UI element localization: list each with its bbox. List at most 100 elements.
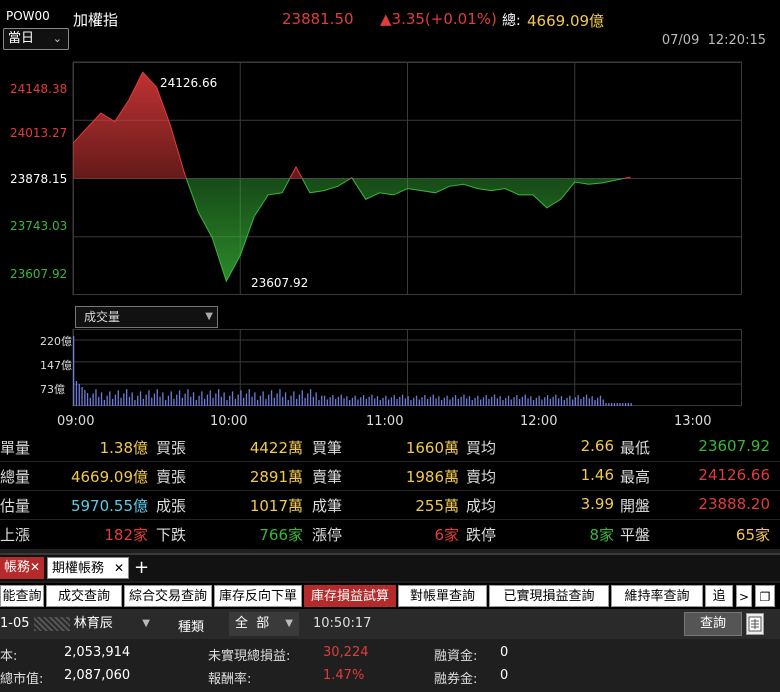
volume-bar — [139, 391, 142, 406]
volume-bar — [142, 398, 144, 406]
close-icon[interactable]: ✕ — [30, 557, 40, 578]
add-tab-icon[interactable]: + — [134, 557, 149, 578]
stat-value: 23888.20 — [698, 495, 770, 513]
account-select[interactable]: 1-05 林育辰 ▼ — [0, 612, 156, 636]
volume-bar — [198, 395, 200, 406]
function-tab[interactable]: 成交查詢 — [46, 585, 122, 607]
volume-bar — [323, 395, 326, 406]
stat-value: 23607.92 — [698, 437, 770, 455]
time-axis-tick: 09:00 — [57, 414, 95, 429]
volume-bar — [457, 398, 459, 406]
volume-bar — [321, 395, 323, 406]
volume-bar — [443, 397, 445, 406]
volume-bar — [296, 398, 298, 406]
stat-value: 1.38億 — [99, 439, 148, 457]
function-tab[interactable]: 追 — [705, 585, 733, 607]
volume-bar — [153, 393, 156, 406]
time-axis-tick: 13:00 — [674, 414, 712, 429]
margin-label: 融資金: — [434, 649, 478, 664]
volume-bar — [583, 396, 585, 406]
intraday-chart[interactable] — [0, 0, 780, 440]
volume-bar — [493, 394, 496, 406]
export-excel-icon[interactable] — [746, 613, 764, 635]
volume-bar — [530, 396, 532, 406]
unrealized-pl-label: 未實現總損益: — [208, 649, 291, 664]
stat-value: 2891萬 — [249, 468, 303, 486]
market-value-label: 總市值: — [0, 672, 44, 687]
volume-bar — [237, 394, 239, 406]
volume-bar — [407, 396, 409, 406]
volume-bar — [248, 389, 250, 406]
restore-window-icon[interactable]: ❐ — [755, 585, 775, 607]
time-axis-tick: 11:00 — [366, 414, 404, 429]
type-select[interactable]: 全 部 ▼ — [229, 612, 299, 636]
volume-bar — [346, 396, 348, 406]
volume-bar — [432, 394, 434, 406]
function-tab[interactable]: 維持率查詢 — [611, 585, 703, 607]
volume-bar — [114, 394, 117, 406]
query-button[interactable]: 查詢 — [684, 612, 742, 636]
volume-bar — [98, 396, 100, 406]
volume-bar — [616, 403, 618, 406]
price-area-up — [73, 72, 631, 179]
volume-bar — [418, 399, 420, 406]
volume-bar — [555, 394, 557, 406]
volume-bar — [376, 396, 379, 406]
low-annotation: 23607.92 — [251, 276, 309, 290]
tab-account[interactable]: 帳務 ✕ — [0, 557, 44, 579]
close-icon[interactable]: ✕ — [114, 558, 124, 579]
volume-bar — [588, 398, 590, 406]
stat-value: 1.46 — [580, 466, 614, 484]
tab-options-account[interactable]: 期權帳務 ✕ — [47, 557, 129, 579]
price-axis-tick: 24013.27 — [10, 126, 68, 140]
indicator-select[interactable]: 成交量 ▼ — [75, 306, 218, 328]
volume-bar — [201, 391, 203, 406]
volume-bar — [184, 393, 186, 406]
function-tab[interactable]: 庫存反向下單 — [214, 585, 302, 607]
account-owner: 林育辰 — [73, 616, 113, 631]
chevron-down-icon: ▼ — [205, 311, 213, 322]
scroll-right-icon[interactable]: > — [736, 585, 752, 607]
stats-row: 估量 5970.55億 成張 1017萬 成筆 255萬 成均 3.99 開盤 23888.20 — [0, 490, 780, 519]
stat-label: 最高 — [620, 468, 651, 486]
volume-bar — [178, 390, 181, 406]
volume-bar — [605, 403, 607, 406]
volume-bar — [572, 399, 574, 406]
volume-bar — [301, 390, 303, 406]
volume-bar — [527, 398, 529, 406]
volume-bar — [212, 397, 214, 406]
volume-bar — [388, 399, 390, 406]
volume-bar — [234, 398, 236, 406]
volume-bar — [558, 398, 560, 406]
volume-bar — [162, 392, 164, 406]
function-tab[interactable]: 能查詢 — [0, 585, 44, 607]
volume-bar — [608, 403, 610, 406]
volume-bar — [176, 394, 178, 406]
volume-bar — [535, 397, 537, 406]
volume-bar — [541, 399, 543, 406]
volume-bar — [343, 398, 345, 406]
volume-bar — [75, 381, 78, 406]
volume-bar — [622, 403, 624, 406]
function-tab[interactable]: 對帳單查詢 — [398, 585, 487, 607]
stat-value: 4669.09億 — [70, 468, 148, 486]
volume-bar — [585, 394, 588, 406]
stat-label: 估量 — [0, 497, 31, 515]
function-tab[interactable]: 庫存損益試算 — [304, 585, 396, 607]
volume-bar — [354, 395, 356, 406]
volume-bar — [424, 395, 426, 406]
volume-bar — [516, 395, 518, 406]
volume-bar — [482, 397, 485, 406]
time-axis-tick: 12:00 — [520, 414, 558, 429]
volume-bar — [477, 395, 479, 406]
function-tab[interactable]: 綜合交易查詢 — [124, 585, 212, 607]
volume-bar — [103, 400, 105, 406]
volume-bar — [187, 389, 189, 406]
function-tab[interactable]: 已實現損益查詢 — [489, 585, 609, 607]
stats-divider — [0, 519, 780, 520]
volume-bar — [106, 395, 108, 406]
unrealized-pl-value: 30,224 — [323, 645, 369, 660]
volume-bar — [613, 403, 616, 406]
volume-bar — [312, 396, 314, 406]
volume-bar — [204, 398, 206, 406]
